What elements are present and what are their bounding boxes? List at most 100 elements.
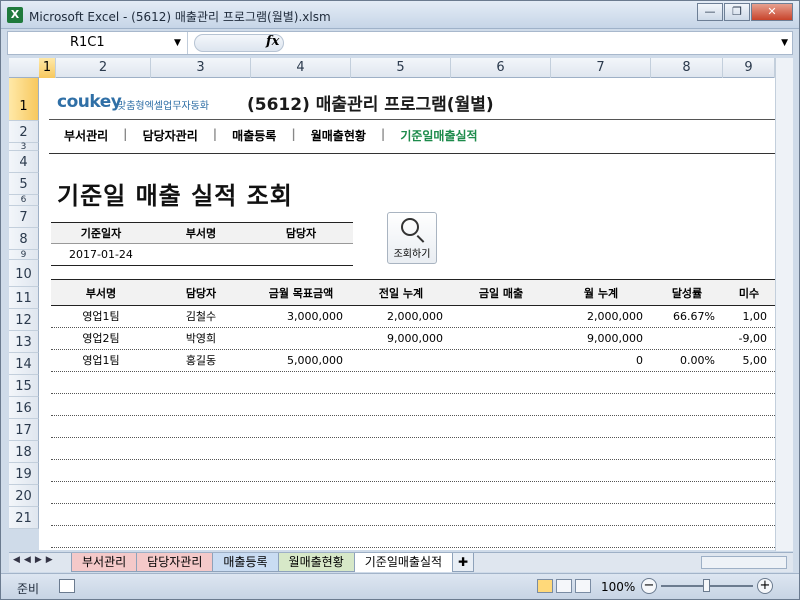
column-header[interactable]: 7: [551, 58, 651, 78]
query-header-date: 기준일자: [80, 227, 122, 240]
table-cell[interactable]: 9,000,000: [351, 328, 443, 350]
row-header[interactable]: 9: [9, 250, 39, 260]
table-header: 월 누계: [583, 287, 619, 300]
row-header[interactable]: 11: [9, 287, 39, 309]
vertical-scrollbar[interactable]: [775, 58, 793, 551]
table-cell[interactable]: 0: [551, 350, 643, 372]
formula-bar: R1C1 ▼ fx ▼: [7, 31, 793, 55]
tab-monthly-sales[interactable]: 월매출현황: [277, 553, 355, 572]
table-cell[interactable]: 9,000,000: [551, 328, 643, 350]
search-button[interactable]: 조회하기: [387, 212, 437, 264]
row-header[interactable]: 13: [9, 331, 39, 353]
row-header[interactable]: 16: [9, 397, 39, 419]
nav-sales-entry[interactable]: 매출등록: [217, 127, 291, 144]
table-cell[interactable]: 박영희: [151, 328, 251, 350]
column-header[interactable]: 8: [651, 58, 723, 78]
row-header[interactable]: 6: [9, 195, 39, 206]
zoom-out-icon[interactable]: −: [641, 578, 657, 594]
excel-app-icon: X: [7, 7, 23, 23]
column-header[interactable]: 1: [39, 58, 56, 78]
table-row: [51, 460, 775, 482]
table-cell[interactable]: 영업2팀: [51, 328, 151, 350]
row-header[interactable]: 12: [9, 309, 39, 331]
column-header[interactable]: 5: [351, 58, 451, 78]
restore-button[interactable]: ❐: [724, 3, 750, 21]
insert-sheet-icon[interactable]: ✚: [452, 553, 475, 572]
nav-staff[interactable]: 담당자관리: [128, 127, 213, 144]
row-header[interactable]: 4: [9, 151, 39, 173]
tab-dept[interactable]: 부서관리: [71, 553, 138, 572]
table-cell[interactable]: 김철수: [151, 306, 251, 328]
query-dept-cell[interactable]: [151, 244, 251, 265]
column-header[interactable]: 6: [451, 58, 551, 78]
column-header-bar: 123456789: [9, 58, 775, 78]
row-header[interactable]: 1: [9, 78, 39, 121]
row-header[interactable]: 20: [9, 485, 39, 507]
nav-dept[interactable]: 부서관리: [49, 127, 123, 144]
column-header[interactable]: 3: [151, 58, 251, 78]
search-icon: [401, 218, 419, 236]
expand-formula-bar-icon[interactable]: ▼: [781, 32, 788, 54]
row-header[interactable]: 10: [9, 260, 39, 287]
table-cell[interactable]: 홍길동: [151, 350, 251, 372]
row-header[interactable]: 21: [9, 507, 39, 529]
table-cell[interactable]: 66.67%: [651, 306, 715, 328]
insert-function-icon[interactable]: fx: [266, 34, 279, 49]
name-box-dropdown-icon[interactable]: ▼: [174, 32, 181, 54]
column-header[interactable]: 4: [251, 58, 351, 78]
row-header[interactable]: 15: [9, 375, 39, 397]
tab-scroll-icons[interactable]: ◀◀▶▶: [13, 555, 57, 565]
tab-daily-performance[interactable]: 기준일매출실적: [353, 553, 454, 572]
tab-sales-entry[interactable]: 매출등록: [212, 553, 279, 572]
column-header[interactable]: 2: [56, 58, 151, 78]
name-box[interactable]: R1C1: [8, 32, 188, 54]
tab-staff[interactable]: 담당자관리: [136, 553, 214, 572]
window-controls: — ❐ ✕: [696, 3, 793, 21]
query-date-cell[interactable]: 2017-01-24: [51, 244, 151, 265]
close-button[interactable]: ✕: [751, 3, 793, 21]
table-cell[interactable]: 영업1팀: [51, 350, 151, 372]
row-header[interactable]: 14: [9, 353, 39, 375]
nav-daily-performance[interactable]: 기준일매출실적: [385, 127, 492, 144]
row-header[interactable]: 8: [9, 228, 39, 250]
table-cell[interactable]: 0.00%: [651, 350, 715, 372]
zoom-in-icon[interactable]: +: [757, 578, 773, 594]
table-cell[interactable]: 2,000,000: [351, 306, 443, 328]
status-ready: 준비: [17, 582, 40, 596]
table-header: 미수: [738, 287, 760, 300]
sheet-tab-bar: ◀◀▶▶ 부서관리 담당자관리 매출등록 월매출현황 기준일매출실적 ✚: [9, 552, 793, 572]
row-header[interactable]: 19: [9, 463, 39, 485]
column-header[interactable]: 9: [723, 58, 775, 78]
row-header[interactable]: 17: [9, 419, 39, 441]
logo-subtitle: 맞춤형엑셀업무자동화: [117, 101, 209, 112]
minimize-button[interactable]: —: [697, 3, 723, 21]
coukey-logo: coukey: [57, 92, 122, 112]
zoom-slider-thumb[interactable]: [703, 579, 710, 592]
table-cell[interactable]: 1,00: [723, 306, 768, 328]
table-cell[interactable]: -9,00: [723, 328, 767, 350]
table-row: [51, 504, 775, 526]
table-cell[interactable]: 영업1팀: [51, 306, 151, 328]
row-header[interactable]: 7: [9, 206, 39, 228]
row-header[interactable]: 18: [9, 441, 39, 463]
macro-record-icon[interactable]: [59, 579, 75, 593]
row-header[interactable]: 2: [9, 121, 39, 143]
row-header[interactable]: 5: [9, 173, 39, 195]
query-header-staff: 담당자: [285, 227, 317, 240]
zoom-level[interactable]: 100%: [601, 580, 635, 594]
horizontal-scrollbar[interactable]: [701, 556, 787, 569]
table-header: 금월 목표금액: [268, 287, 334, 300]
table-cell[interactable]: 5,000,000: [251, 350, 343, 372]
table-cell[interactable]: 3,000,000: [251, 306, 343, 328]
row-header[interactable]: 3: [9, 143, 39, 152]
page-break-view-icon[interactable]: [575, 579, 591, 593]
query-staff-cell[interactable]: [251, 244, 351, 265]
view-buttons: [537, 579, 594, 593]
normal-view-icon[interactable]: [537, 579, 553, 593]
nav-monthly-sales[interactable]: 월매출현황: [296, 127, 381, 144]
page-layout-view-icon[interactable]: [556, 579, 572, 593]
divider: [49, 153, 775, 154]
table-row: [51, 482, 775, 504]
table-cell[interactable]: 5,00: [723, 350, 768, 372]
table-cell[interactable]: 2,000,000: [551, 306, 643, 328]
